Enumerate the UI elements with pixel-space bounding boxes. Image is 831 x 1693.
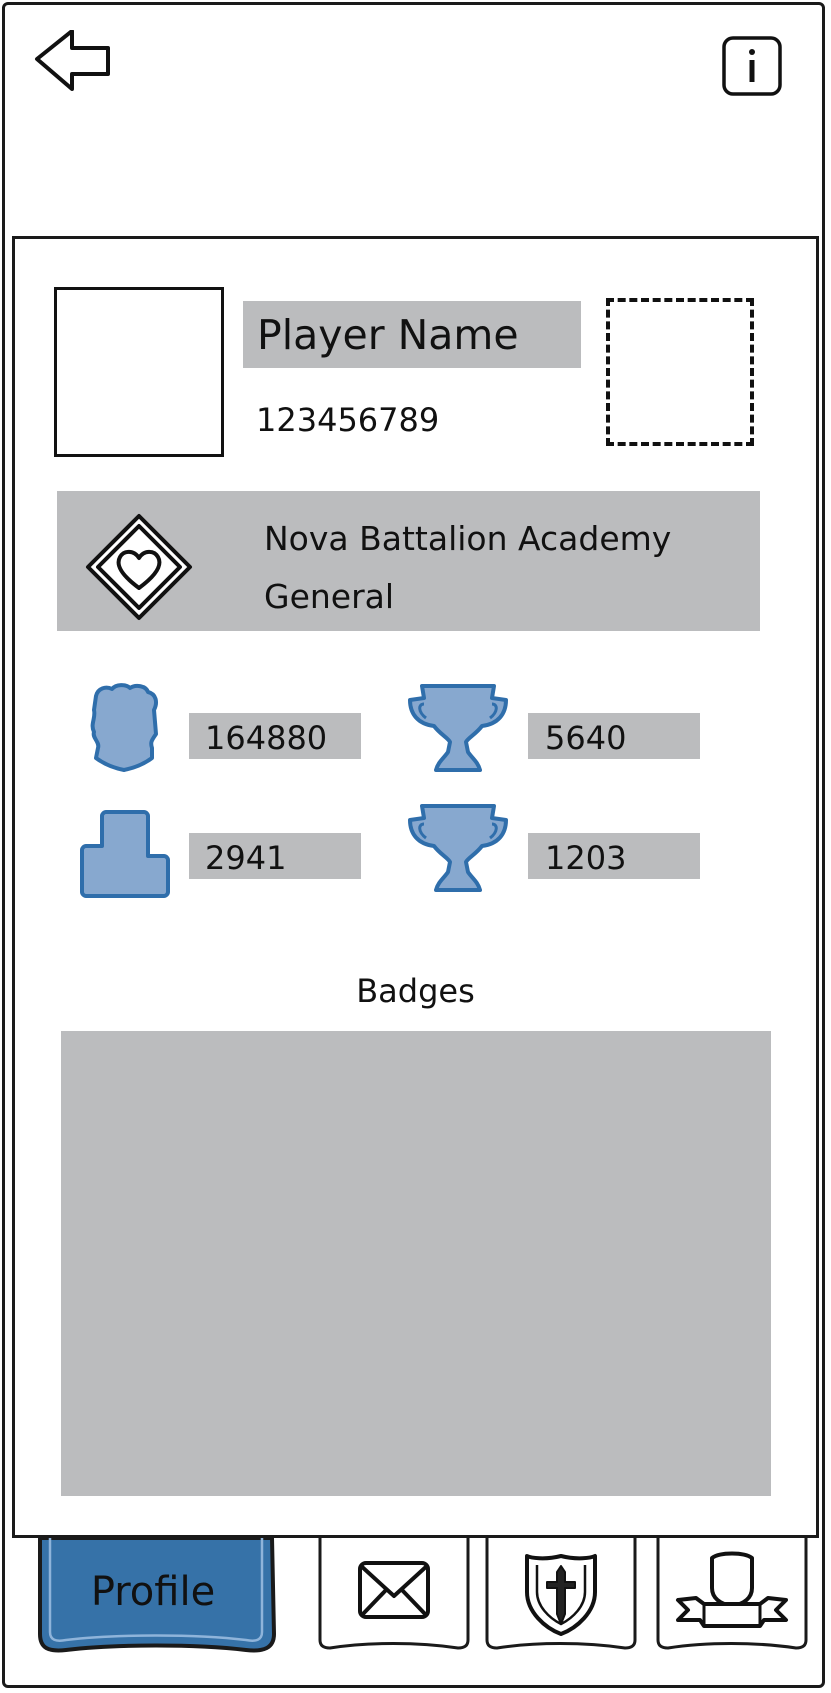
guild-name: Nova Battalion Academy xyxy=(264,519,672,558)
stat-value-trophy-1: 5640 xyxy=(545,719,627,757)
empty-frame-slot[interactable] xyxy=(606,298,754,446)
back-button[interactable] xyxy=(34,29,112,96)
tab-mail[interactable] xyxy=(318,1538,470,1650)
stat-value-block: 2941 xyxy=(205,839,287,877)
screen: Player Name 123456789 Nova Battalion Aca… xyxy=(0,0,831,1693)
trophy-icon xyxy=(408,804,508,892)
info-icon xyxy=(722,36,782,96)
stat-value-fist: 164880 xyxy=(205,719,328,757)
info-button[interactable] xyxy=(722,36,782,96)
tab-guild[interactable] xyxy=(656,1538,808,1650)
tab-guild-frame xyxy=(656,1538,808,1650)
guild-rank: General xyxy=(264,577,395,616)
tab-battle[interactable] xyxy=(485,1538,637,1650)
envelope-icon xyxy=(358,1561,430,1619)
trophy-icon xyxy=(408,684,508,772)
stat-value-trophy-2: 1203 xyxy=(545,839,627,877)
tab-profile-label: Profile xyxy=(90,1569,216,1615)
tab-mail-frame xyxy=(318,1538,470,1650)
badges-title: Badges xyxy=(356,972,475,1010)
heart-diamond-icon xyxy=(86,514,192,620)
badges-area[interactable] xyxy=(61,1031,771,1496)
tab-profile[interactable]: Profile xyxy=(36,1538,276,1656)
fist-icon xyxy=(90,683,158,772)
player-name: Player Name xyxy=(257,311,519,359)
back-arrow-icon xyxy=(35,29,110,91)
block-icon xyxy=(80,810,170,898)
avatar[interactable] xyxy=(54,287,224,457)
tab-battle-frame xyxy=(485,1538,637,1650)
player-id: 123456789 xyxy=(256,401,440,439)
